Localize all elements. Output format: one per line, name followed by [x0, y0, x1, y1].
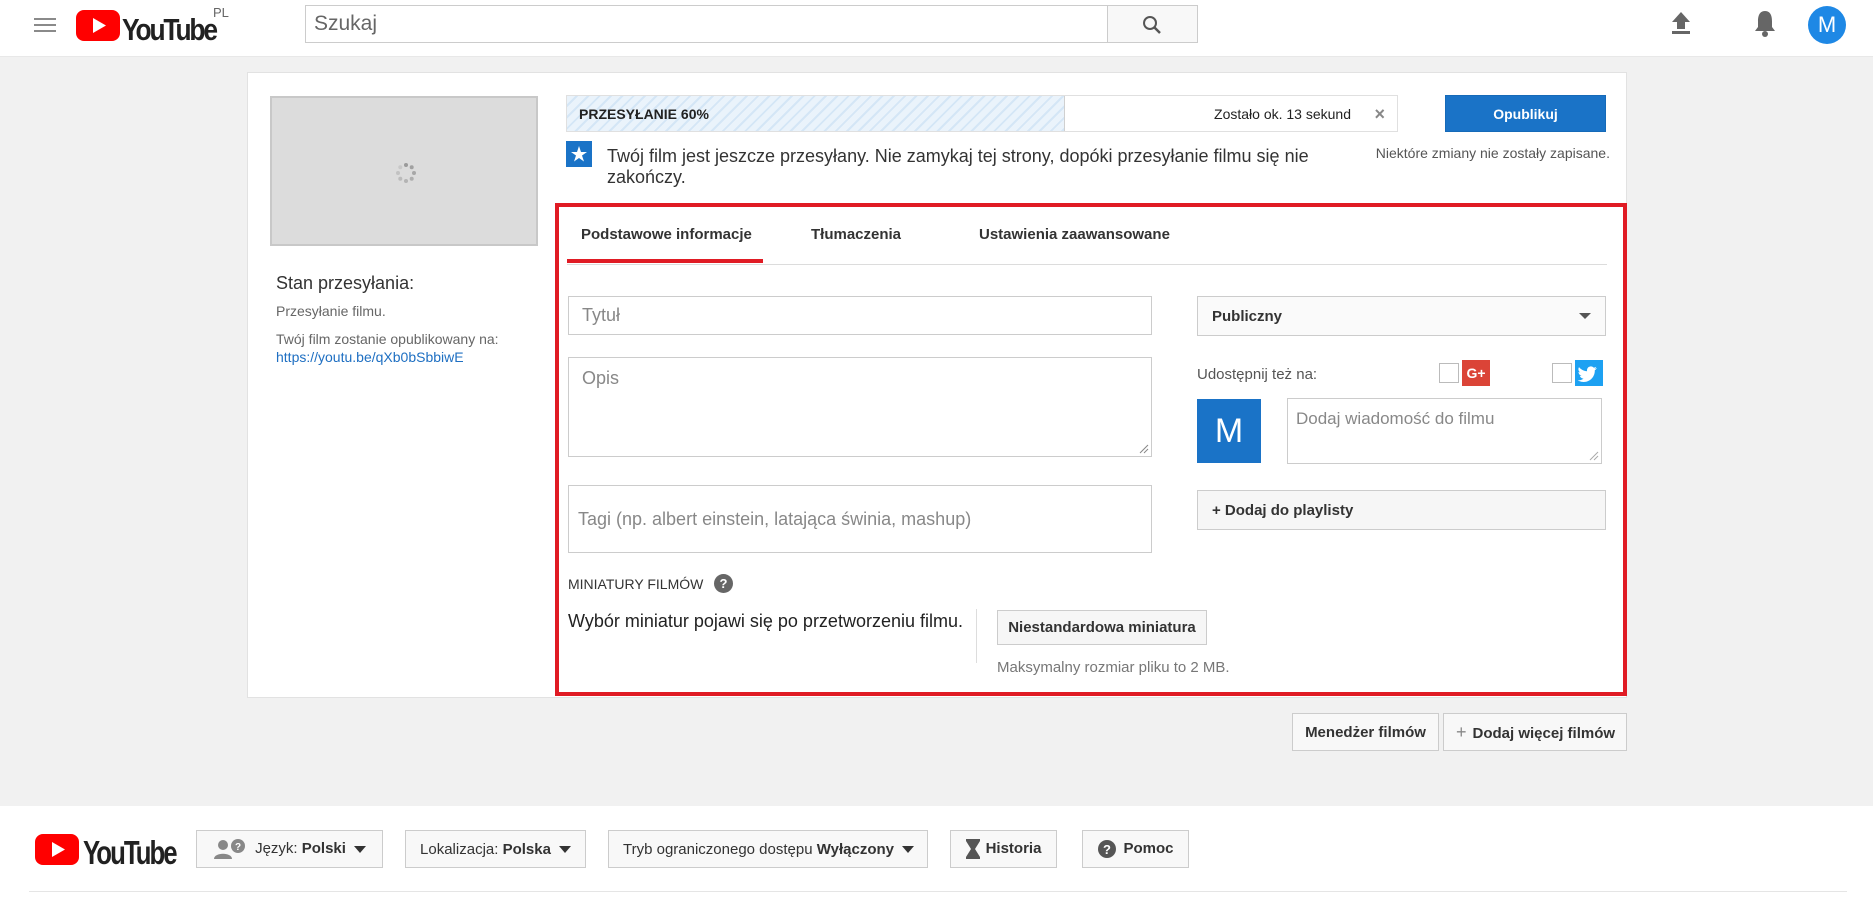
twitter-share-checkbox[interactable] — [1552, 363, 1572, 383]
custom-thumbnail-button[interactable]: Niestandardowa miniatura — [997, 610, 1207, 645]
restricted-mode-button[interactable]: Tryb ograniczonego dostępu Wyłączony — [608, 830, 928, 868]
share-avatar: M — [1197, 399, 1261, 463]
youtube-play-icon — [76, 10, 120, 41]
language-button[interactable]: ? Język: Polski — [196, 830, 383, 868]
add-more-videos-button[interactable]: + Dodaj więcej filmów — [1443, 713, 1627, 751]
help-button[interactable]: ? Pomoc — [1082, 830, 1189, 868]
chevron-down-icon — [353, 845, 366, 853]
account-avatar[interactable]: M — [1808, 6, 1846, 44]
plus-icon: + — [1456, 721, 1467, 742]
share-label: Udostępnij też na: — [1197, 366, 1318, 383]
hourglass-icon — [965, 839, 980, 859]
search-button[interactable] — [1107, 5, 1198, 43]
publish-info: Twój film zostanie opublikowany na: — [276, 331, 499, 347]
status-state: Przesyłanie filmu. — [276, 303, 386, 319]
time-remaining: Zostało ok. 13 sekund — [1214, 106, 1351, 122]
upload-icon[interactable] — [1669, 10, 1693, 41]
share-message-textarea[interactable] — [1287, 398, 1602, 464]
tags-input[interactable] — [568, 485, 1152, 553]
hamburger-menu-icon[interactable] — [34, 16, 56, 34]
video-details-editor: Podstawowe informacje Tłumaczenia Ustawi… — [555, 203, 1627, 696]
thumbnails-heading: MINIATURY FILMÓW — [568, 576, 704, 592]
video-thumbnail-placeholder — [270, 96, 538, 246]
thumbnails-info: Wybór miniatur pojawi się po przetworzen… — [568, 611, 963, 631]
location-value: Polska — [502, 840, 551, 858]
cancel-upload-close-icon[interactable]: × — [1374, 104, 1385, 125]
history-button[interactable]: Historia — [950, 830, 1057, 868]
resize-grip-icon[interactable] — [1589, 451, 1599, 461]
restricted-prefix: Tryb ograniczonego dostępu — [623, 840, 813, 858]
add-more-label: Dodaj więcej filmów — [1472, 724, 1616, 742]
twitter-icon — [1575, 360, 1603, 386]
chevron-down-icon — [902, 846, 914, 854]
video-link[interactable]: https://youtu.be/qXb0bSbbiwE — [276, 349, 464, 365]
notifications-bell-icon[interactable] — [1752, 8, 1778, 43]
logo-region: PL — [213, 5, 229, 20]
help-circle-icon: ? — [1098, 840, 1117, 858]
footer: YouTube ? Język: Polski Lokalizacja: Pol… — [0, 806, 1873, 909]
help-icon[interactable]: ? — [714, 574, 733, 593]
tab-advanced-settings[interactable]: Ustawienia zaawansowane — [979, 207, 1170, 265]
svg-text:?: ? — [235, 842, 241, 853]
privacy-value: Publiczny — [1212, 308, 1283, 325]
chevron-down-icon — [558, 846, 571, 854]
language-prefix: Język: — [255, 839, 298, 857]
privacy-select[interactable]: Publiczny — [1197, 296, 1606, 336]
location-prefix: Lokalizacja: — [420, 840, 499, 858]
video-manager-button[interactable]: Menedżer filmów — [1292, 713, 1439, 751]
max-file-size-note: Maksymalny rozmiar pliku to 2 MB. — [997, 659, 1230, 676]
search-icon — [1143, 16, 1161, 34]
footer-logo-text: YouTube — [83, 834, 178, 871]
youtube-logo[interactable]: YouTube PL — [76, 5, 229, 47]
google-plus-icon: G+ — [1462, 360, 1490, 386]
logo-text: YouTube — [122, 12, 218, 47]
footer-youtube-logo[interactable]: YouTube — [35, 834, 178, 871]
star-icon — [566, 141, 592, 167]
upload-progress-bar: PRZESYŁANIE 60% Zostało ok. 13 sekund × — [566, 95, 1398, 132]
upload-status-panel: Stan przesyłania: Przesyłanie filmu. Twó… — [276, 273, 546, 367]
progress-label: PRZESYŁANIE 60% — [579, 106, 709, 122]
tab-basic-info[interactable]: Podstawowe informacje — [567, 207, 763, 263]
restricted-value: Wyłączony — [816, 840, 894, 858]
chevron-down-icon — [1579, 313, 1591, 319]
search-input[interactable] — [306, 6, 1107, 42]
add-to-playlist-button[interactable]: + Dodaj do playlisty — [1197, 490, 1606, 530]
divider — [976, 609, 977, 663]
search-box — [305, 5, 1108, 43]
loading-spinner-icon — [396, 163, 416, 183]
tab-translations[interactable]: Tłumaczenia — [811, 207, 901, 265]
location-button[interactable]: Lokalizacja: Polska — [405, 830, 586, 868]
svg-text:?: ? — [1103, 842, 1111, 857]
editor-tabs: Podstawowe informacje Tłumaczenia Ustawi… — [567, 207, 1607, 265]
upload-notice-text: Twój film jest jeszcze przesyłany. Nie z… — [607, 146, 1309, 187]
youtube-play-icon — [35, 834, 79, 865]
language-value: Polski — [301, 839, 346, 857]
resize-grip-icon[interactable] — [1139, 444, 1149, 454]
help-label: Pomoc — [1123, 839, 1174, 857]
footer-divider — [29, 891, 1847, 892]
google-plus-share-checkbox[interactable] — [1439, 363, 1459, 383]
status-title: Stan przesyłania: — [276, 273, 415, 293]
language-people-icon: ? — [214, 839, 246, 859]
description-textarea[interactable] — [568, 357, 1152, 457]
unsaved-notice: Niektóre zmiany nie zostały zapisane. — [1375, 145, 1610, 161]
history-label: Historia — [985, 839, 1042, 857]
masthead: YouTube PL M — [0, 0, 1873, 57]
publish-button[interactable]: Opublikuj — [1445, 95, 1606, 132]
title-input[interactable] — [568, 296, 1152, 335]
